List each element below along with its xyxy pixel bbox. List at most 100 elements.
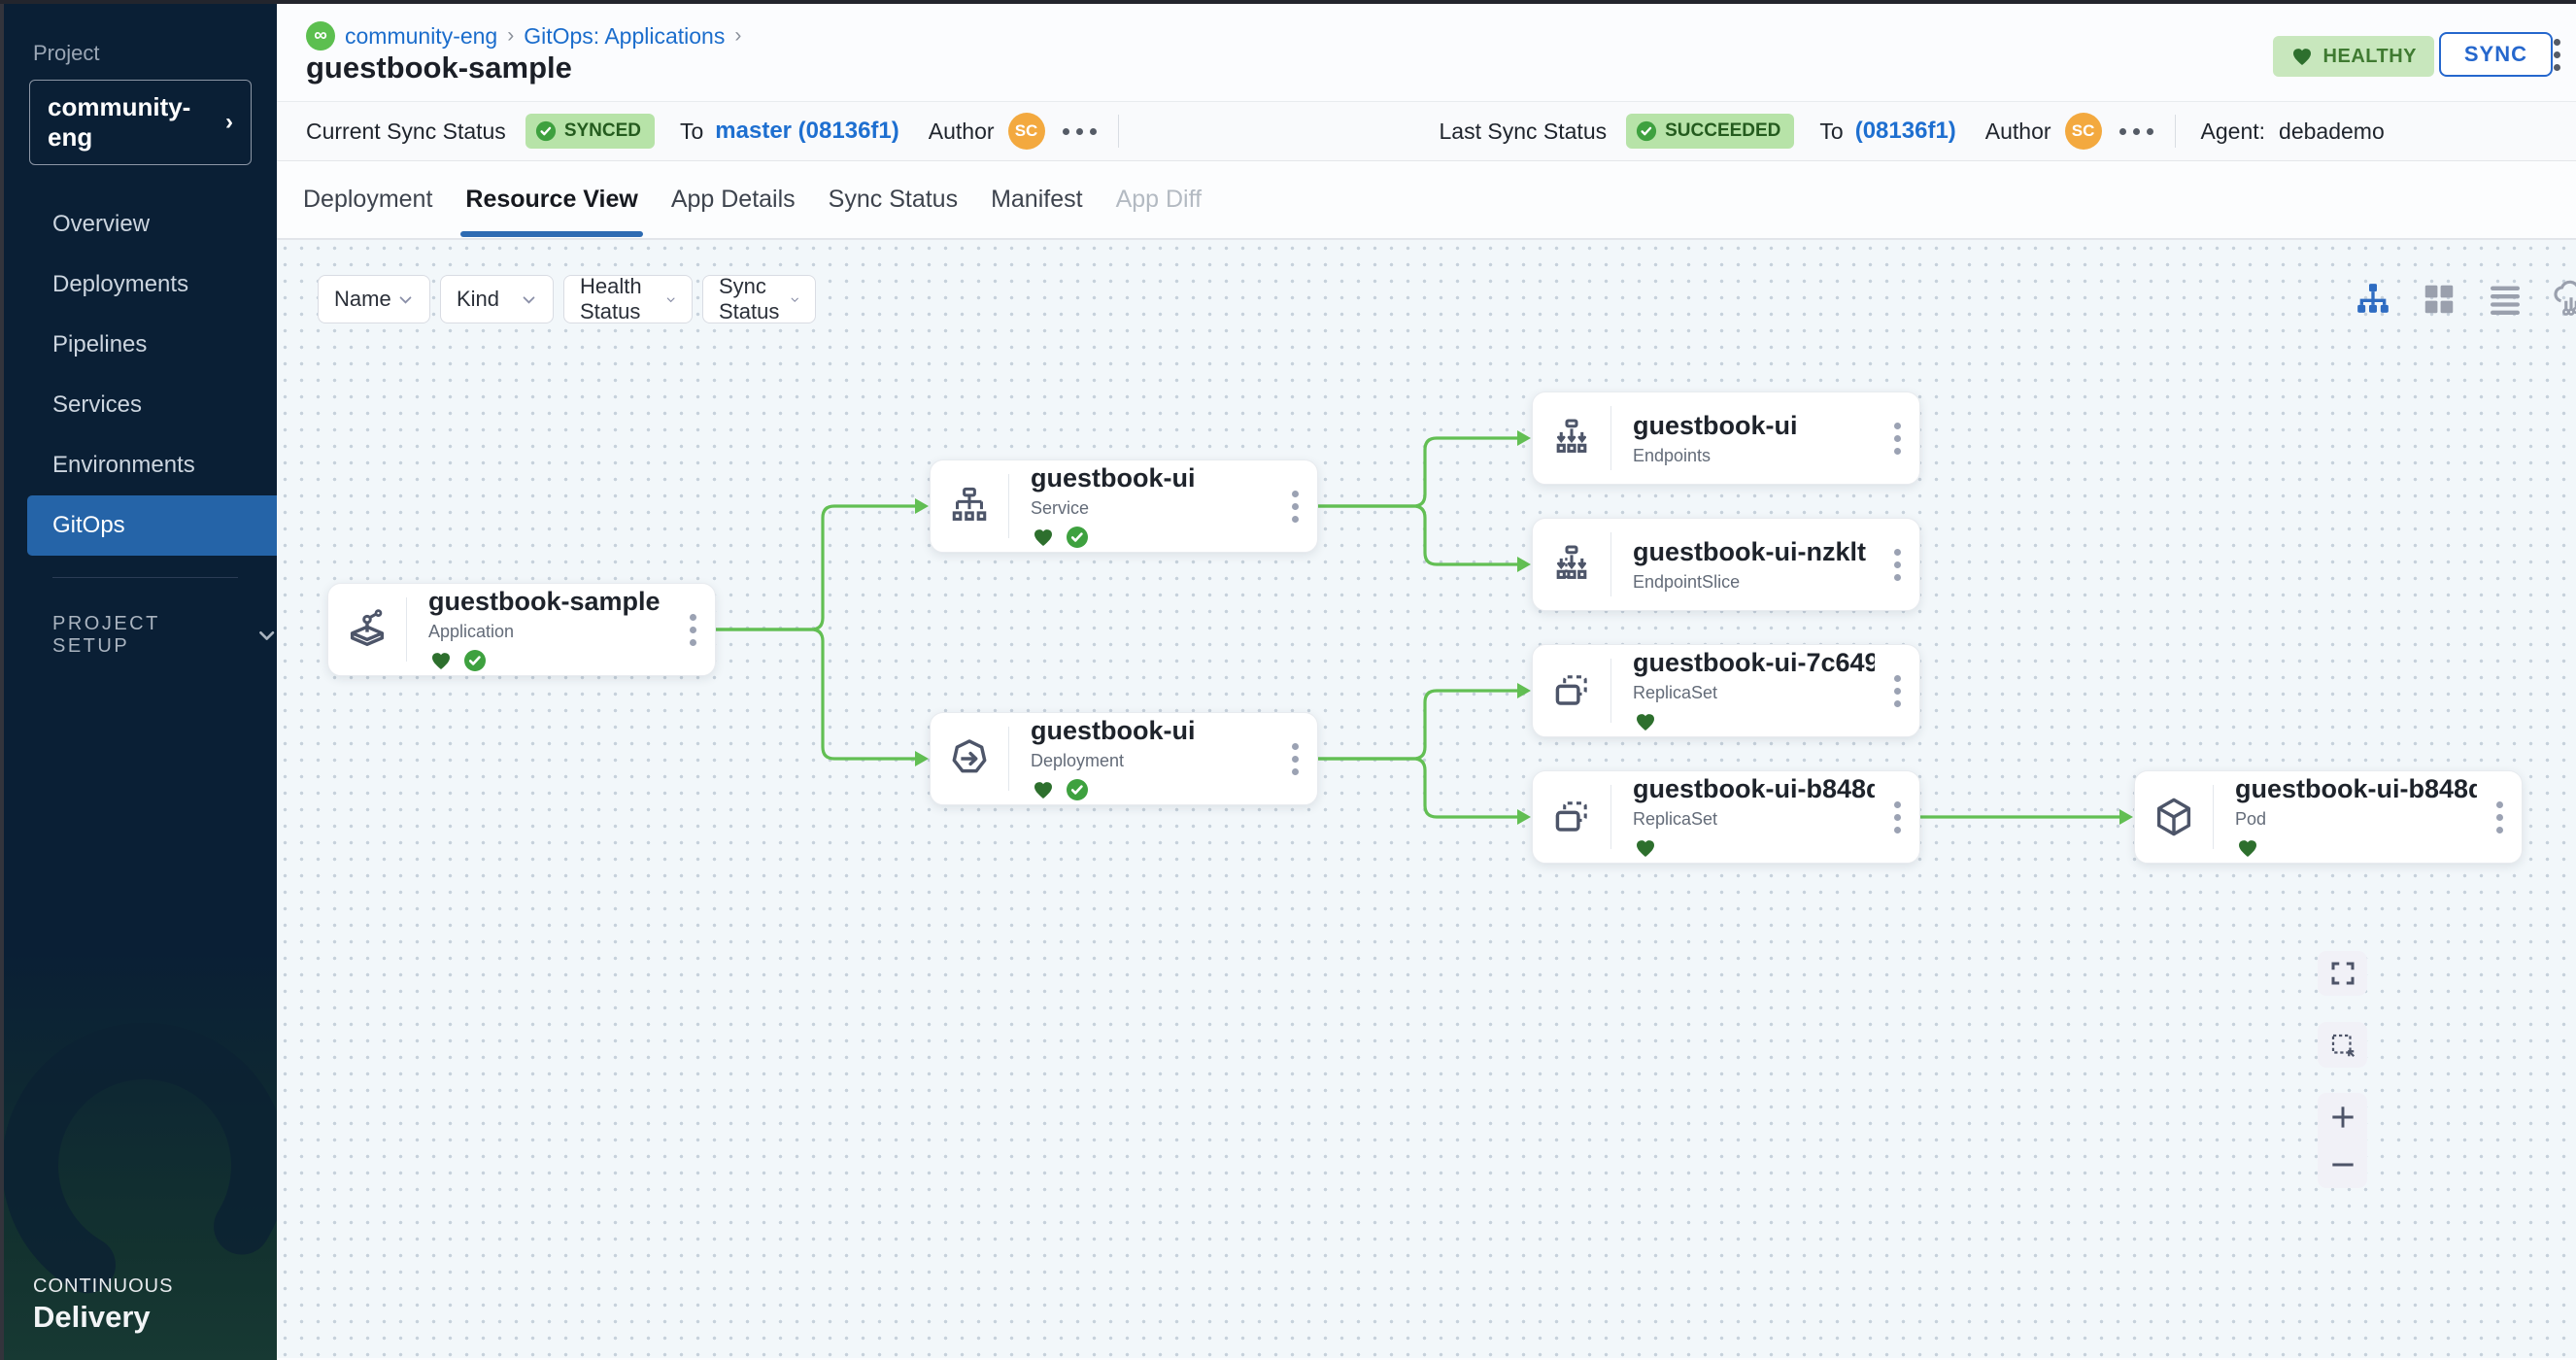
node-kebab-menu[interactable] [1272, 743, 1317, 775]
tab-deployment[interactable]: Deployment [301, 162, 434, 237]
node-kebab-menu[interactable] [1875, 549, 1919, 581]
node-divider [406, 597, 407, 662]
author-label: Author [929, 119, 995, 145]
chevron-down-icon [790, 291, 800, 308]
current-sync-ref-link[interactable]: master (08136f1) [715, 118, 898, 145]
node-kebab-menu[interactable] [1875, 801, 1919, 833]
node-divider [1610, 406, 1611, 470]
sidebar-item-environments[interactable]: Environments [4, 435, 277, 495]
filter-bar: Name Kind Health StatusSync Status [318, 275, 816, 323]
filter-sync-status[interactable]: Sync Status [702, 275, 816, 323]
node-kebab-menu[interactable] [670, 614, 715, 646]
resource-graph-canvas[interactable]: Name Kind Health StatusSync Status [277, 240, 2576, 1358]
project-setup-label: PROJECT SETUP [52, 613, 239, 658]
node-kind: EndpointSlice [1633, 572, 1875, 593]
sidebar-item-gitops[interactable]: GitOps [27, 495, 277, 556]
to-label: To [680, 119, 703, 145]
author-avatar[interactable]: SC [1008, 113, 1045, 150]
node-name: guestbook-ui-nzklt [1633, 537, 1875, 567]
node-kind: Deployment [1031, 751, 1272, 771]
filter-name[interactable]: Name [318, 275, 430, 323]
sidebar-item-pipelines[interactable]: Pipelines [4, 315, 277, 375]
filter-label: Kind [457, 287, 499, 312]
node-status [1031, 777, 1272, 802]
node-name: guestbook-sample [428, 587, 670, 617]
node-kind: ReplicaSet [1633, 809, 1875, 830]
breadcrumb-project-link[interactable]: community-eng [345, 23, 497, 50]
header-kebab-menu[interactable] [2554, 39, 2560, 71]
author-avatar[interactable]: SC [2065, 113, 2102, 150]
last-sync-status-label: Last Sync Status [1440, 119, 1608, 145]
tab-app-diff[interactable]: App Diff [1114, 162, 1203, 237]
sidebar-item-services[interactable]: Services [4, 375, 277, 435]
tab-app-details[interactable]: App Details [669, 162, 797, 237]
node-name: guestbook-ui [1031, 463, 1272, 493]
chevron-down-icon [397, 291, 414, 308]
resource-node-service[interactable]: guestbook-ui Service [930, 459, 1318, 553]
last-sync-ref-link[interactable]: (08136f1) [1855, 118, 1956, 145]
resource-node-deployment[interactable]: guestbook-uiDeployment [930, 712, 1318, 805]
current-sync-status-label: Current Sync Status [306, 119, 506, 145]
project-selector[interactable]: community-eng › [29, 80, 252, 165]
agent-label: Agent: [2201, 119, 2266, 145]
resource-node-replicaset[interactable]: guestbook-ui-b848d5d9dReplicaSet [1532, 770, 1920, 864]
breadcrumb: ∞ community-eng › GitOps: Applications › [306, 21, 741, 51]
resource-node-application[interactable]: guestbook-sampleApplication [327, 583, 716, 676]
node-kebab-menu[interactable] [1272, 491, 1317, 523]
tab-sync-status[interactable]: Sync Status [827, 162, 960, 237]
healthy-heart-icon [1633, 710, 1658, 733]
healthy-heart-icon [1031, 526, 1056, 549]
check-circle-icon [535, 120, 557, 142]
sync-button[interactable]: SYNC [2439, 32, 2553, 77]
last-sync-more-menu[interactable] [2119, 128, 2153, 135]
window-top-edge [0, 0, 2576, 4]
page-title: guestbook-sample [306, 51, 572, 85]
zoom-out-button[interactable] [2327, 1149, 2358, 1180]
sidebar-item-overview[interactable]: Overview [4, 194, 277, 255]
node-name: guestbook-ui-b848d5d9... [2235, 774, 2477, 804]
resource-node-replicaset[interactable]: guestbook-ui-7c64987dc9ReplicaSet [1532, 644, 1920, 737]
node-kebab-menu[interactable] [1875, 675, 1919, 707]
sidebar-item-project-setup[interactable]: PROJECT SETUP [4, 613, 277, 658]
node-kind: Service [1031, 498, 1272, 519]
node-kebab-menu[interactable] [1875, 423, 1919, 455]
check-circle-icon [1636, 120, 1657, 142]
filter-kind[interactable]: Kind [440, 275, 554, 323]
node-divider [1008, 727, 1009, 791]
author-label: Author [1985, 119, 2051, 145]
chevron-down-icon [521, 291, 537, 308]
tab-manifest[interactable]: Manifest [989, 162, 1084, 237]
resource-node-endpoints[interactable]: guestbook-uiEndpoints [1532, 391, 1920, 485]
heart-icon [2290, 45, 2314, 68]
node-divider [1610, 785, 1611, 849]
healthy-heart-icon [1633, 836, 1658, 860]
tab-bar: Deployment Resource View App Details Sync S… [277, 161, 2576, 240]
current-sync-more-menu[interactable] [1063, 128, 1097, 135]
node-status [1633, 709, 1875, 734]
zoom-in-button[interactable] [2327, 1102, 2358, 1133]
grid-view-icon[interactable] [2419, 279, 2459, 320]
sidebar-divider [52, 577, 238, 578]
fit-selection-button[interactable] [2318, 1022, 2367, 1068]
status-divider [2175, 115, 2176, 148]
breadcrumb-section-link[interactable]: GitOps: Applications [524, 23, 725, 50]
tree-view-icon[interactable] [2353, 279, 2393, 320]
list-view-icon[interactable] [2485, 279, 2525, 320]
node-kebab-menu[interactable] [2477, 801, 2522, 833]
fit-selection-icon [2328, 1031, 2357, 1060]
sidebar: Project community-eng › OverviewDeployme… [0, 0, 277, 1360]
node-kind: Pod [2235, 809, 2477, 830]
resource-node-pod[interactable]: guestbook-ui-b848d5d9... Pod [2134, 770, 2523, 864]
fullscreen-button[interactable] [2318, 951, 2367, 996]
resource-node-endpointslice[interactable]: guestbook-ui-nzklt EndpointSlice [1532, 518, 1920, 611]
filter-health-status[interactable]: Health Status [563, 275, 693, 323]
status-divider [1118, 115, 1119, 148]
node-status [2235, 835, 2477, 861]
healthy-heart-icon [1031, 778, 1056, 801]
plus-icon [2327, 1102, 2358, 1133]
node-status [428, 648, 670, 673]
node-divider [1008, 474, 1009, 538]
sidebar-item-deployments[interactable]: Deployments [4, 255, 277, 315]
agent-cloud-icon[interactable] [2551, 279, 2576, 320]
tab-resource-view[interactable]: Resource View [463, 162, 639, 237]
